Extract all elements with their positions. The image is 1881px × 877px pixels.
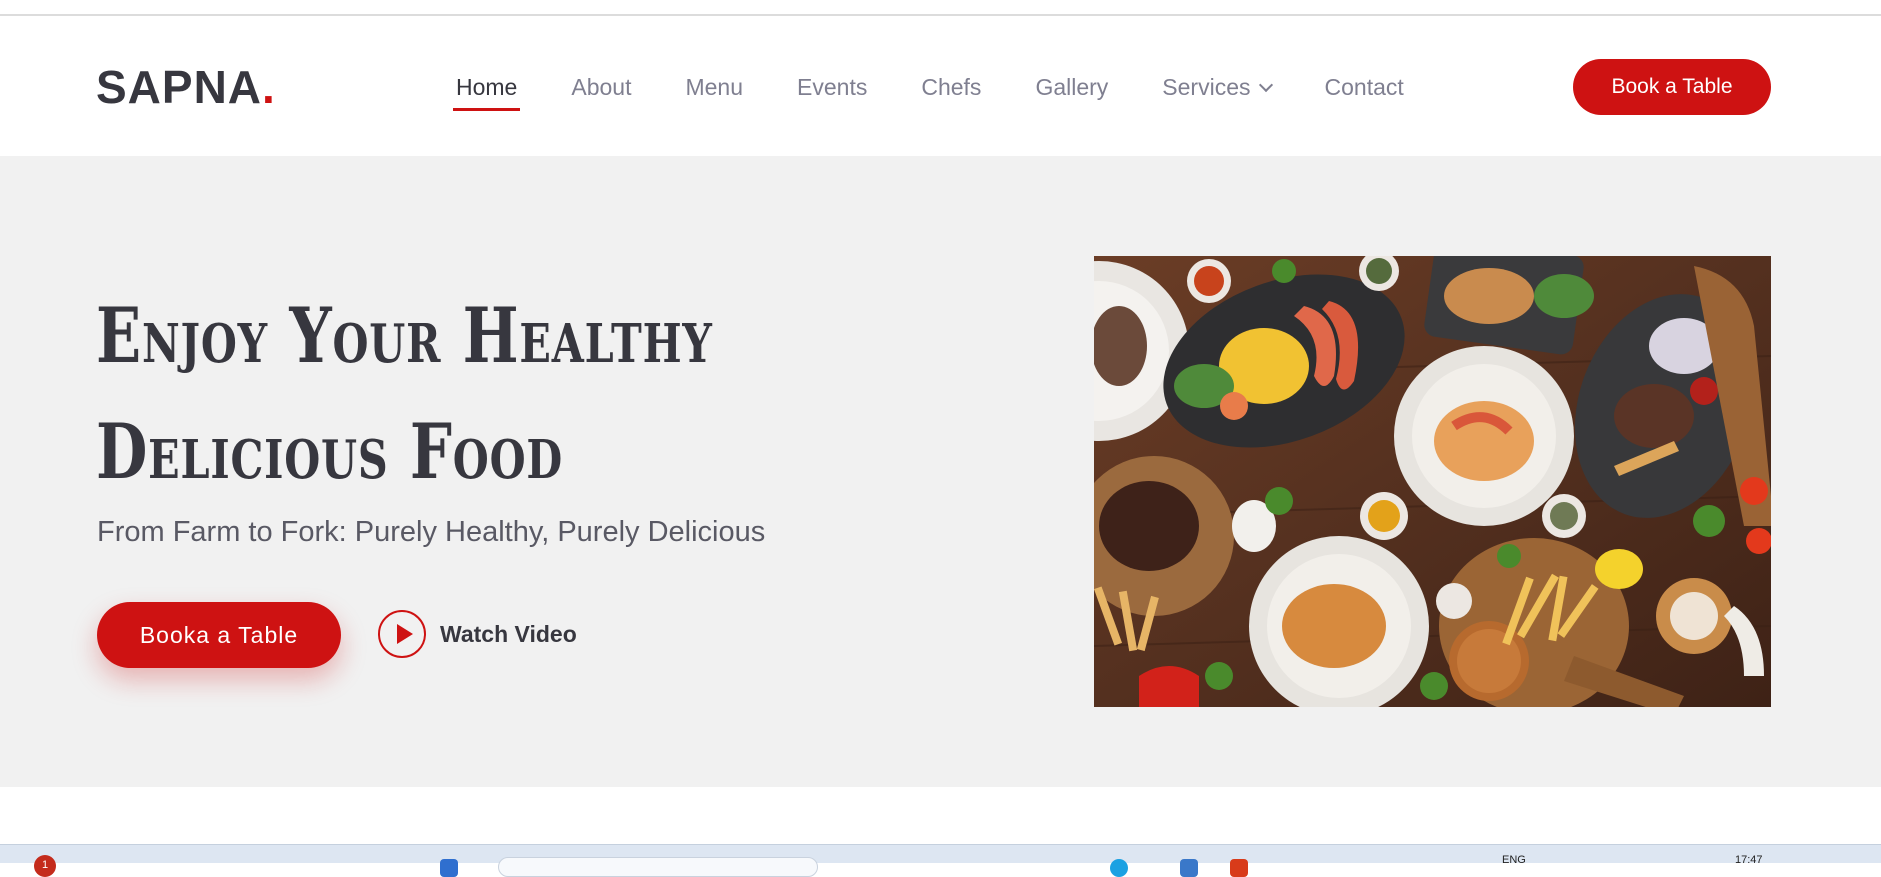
watch-video-label: Watch Video xyxy=(440,620,577,647)
hero-title-line-1: Enjoy Your Healthy xyxy=(96,291,713,380)
app-icon[interactable] xyxy=(1180,859,1198,877)
watch-video-link[interactable]: Watch Video xyxy=(378,610,577,658)
active-app-icon[interactable] xyxy=(1230,859,1248,877)
nav-contact[interactable]: Contact xyxy=(1322,68,1407,107)
clock[interactable]: 17:47 xyxy=(1735,854,1763,866)
hero-subtitle: From Farm to Fork: Purely Healthy, Purel… xyxy=(97,516,766,548)
browser-icon[interactable] xyxy=(1110,859,1128,877)
site-header: SAPNA. Home About Menu Events Chefs Gall… xyxy=(0,16,1881,156)
notification-badge[interactable]: 1 xyxy=(34,855,56,877)
hero-section: Enjoy Your Healthy Delicious Food From F… xyxy=(0,156,1881,787)
logo-text: SAPNA xyxy=(96,61,263,113)
nav-home[interactable]: Home xyxy=(453,68,521,111)
nav-events[interactable]: Events xyxy=(794,68,870,107)
nav-about[interactable]: About xyxy=(568,68,634,107)
browser-top-edge xyxy=(0,0,1881,16)
hero-food-image xyxy=(1094,256,1771,707)
logo-dot: . xyxy=(262,61,276,113)
hero-book-table-button[interactable]: Booka a Table xyxy=(97,602,341,668)
taskbar-search[interactable] xyxy=(498,857,818,877)
page-bottom-strip xyxy=(0,787,1881,844)
nav-chefs[interactable]: Chefs xyxy=(918,68,984,107)
start-icon[interactable] xyxy=(440,859,458,877)
nav-services-label: Services xyxy=(1162,74,1251,100)
play-icon xyxy=(378,610,426,658)
main-nav: Home About Menu Events Chefs Gallery Ser… xyxy=(453,68,1455,111)
nav-services[interactable]: Services xyxy=(1159,68,1273,107)
site-logo[interactable]: SAPNA. xyxy=(96,60,276,114)
hero-title: Enjoy Your Healthy Delicious Food xyxy=(96,278,713,510)
nav-menu[interactable]: Menu xyxy=(682,68,746,107)
book-table-button[interactable]: Book a Table xyxy=(1573,59,1771,115)
nav-gallery[interactable]: Gallery xyxy=(1032,68,1111,107)
chevron-down-icon xyxy=(1258,77,1273,93)
hero-title-line-2: Delicious Food xyxy=(96,407,564,496)
language-indicator[interactable]: ENG xyxy=(1502,854,1526,866)
os-taskbar: 1 ENG 17:47 xyxy=(0,844,1881,877)
food-illustration xyxy=(1094,256,1771,707)
